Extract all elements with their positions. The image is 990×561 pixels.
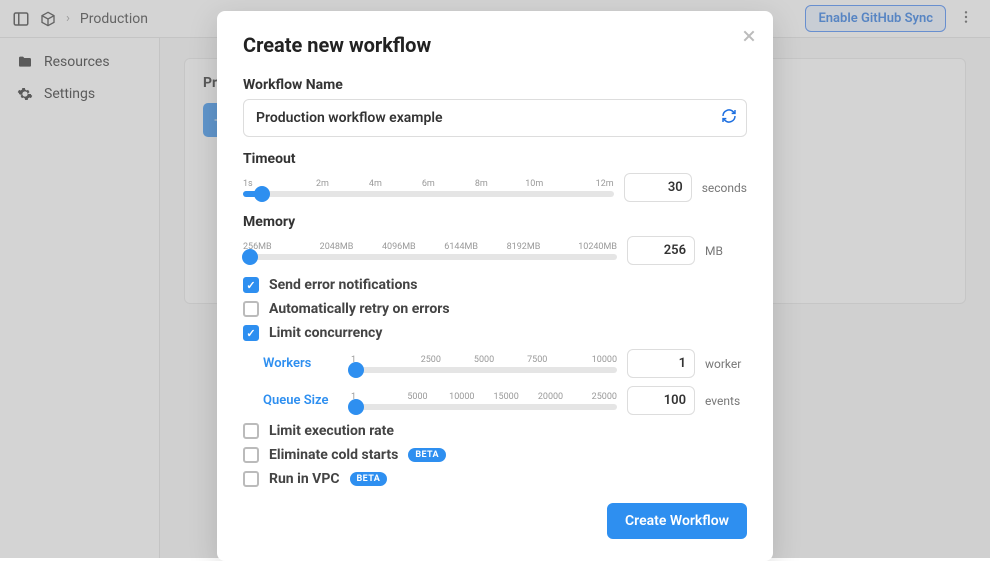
- queue-slider-thumb[interactable]: [348, 399, 364, 415]
- workers-label: Workers: [263, 356, 341, 371]
- beta-badge: BETA: [350, 472, 388, 486]
- memory-slider[interactable]: [243, 254, 617, 260]
- queue-row: Queue Size 1 5000 10000 15000 20000 2500…: [263, 386, 747, 415]
- memory-section: Memory 256MB 2048MB 4096MB 6144MB 8192MB…: [243, 214, 747, 265]
- memory-label: Memory: [243, 214, 747, 230]
- timeout-ticks: 1s 2m 4m 6m 8m 10m 12m: [243, 179, 614, 189]
- limit-concurrency-checkbox[interactable]: [243, 325, 259, 341]
- workers-slider[interactable]: [351, 367, 617, 373]
- limit-concurrency-label: Limit concurrency: [269, 325, 382, 341]
- cold-starts-checkbox[interactable]: [243, 447, 259, 463]
- queue-ticks: 1 5000 10000 15000 20000 25000: [351, 392, 617, 402]
- queue-slider[interactable]: [351, 404, 617, 410]
- limit-rate-label: Limit execution rate: [269, 423, 394, 439]
- memory-unit: MB: [705, 244, 747, 258]
- limit-rate-row[interactable]: Limit execution rate: [243, 423, 747, 439]
- timeout-slider[interactable]: [243, 191, 614, 197]
- workflow-name-label: Workflow Name: [243, 77, 747, 93]
- auto-retry-row[interactable]: Automatically retry on errors: [243, 301, 747, 317]
- vpc-label: Run in VPC: [269, 471, 340, 487]
- vpc-checkbox[interactable]: [243, 471, 259, 487]
- cold-starts-label: Eliminate cold starts: [269, 447, 398, 463]
- auto-retry-checkbox[interactable]: [243, 301, 259, 317]
- workers-slider-thumb[interactable]: [348, 362, 364, 378]
- refresh-icon[interactable]: [721, 108, 737, 128]
- error-notifications-row[interactable]: Send error notifications: [243, 277, 747, 293]
- auto-retry-label: Automatically retry on errors: [269, 301, 450, 317]
- modal-footer: Create Workflow: [243, 503, 747, 539]
- workflow-name-input[interactable]: [243, 99, 747, 137]
- workers-input[interactable]: [627, 349, 695, 378]
- cold-starts-row[interactable]: Eliminate cold starts BETA: [243, 447, 747, 463]
- concurrency-sub: Workers 1 2500 5000 7500 10000 worker Qu…: [263, 349, 747, 415]
- workflow-name-row: Workflow Name: [243, 77, 747, 137]
- modal-title: Create new workflow: [243, 33, 747, 57]
- timeout-unit: seconds: [702, 181, 747, 195]
- create-workflow-modal: Create new workflow Workflow Name Timeou…: [217, 11, 773, 561]
- memory-ticks: 256MB 2048MB 4096MB 6144MB 8192MB 10240M…: [243, 242, 617, 252]
- workers-row: Workers 1 2500 5000 7500 10000 worker: [263, 349, 747, 378]
- limit-rate-checkbox[interactable]: [243, 423, 259, 439]
- timeout-label: Timeout: [243, 151, 747, 167]
- timeout-input[interactable]: [624, 173, 692, 202]
- timeout-section: Timeout 1s 2m 4m 6m 8m 10m 12m seconds: [243, 151, 747, 202]
- memory-input[interactable]: [627, 236, 695, 265]
- create-workflow-button[interactable]: Create Workflow: [607, 503, 747, 539]
- error-notifications-label: Send error notifications: [269, 277, 417, 293]
- limit-concurrency-row[interactable]: Limit concurrency: [243, 325, 747, 341]
- timeout-slider-thumb[interactable]: [254, 186, 270, 202]
- queue-unit: events: [705, 394, 747, 408]
- error-notifications-checkbox[interactable]: [243, 277, 259, 293]
- workers-ticks: 1 2500 5000 7500 10000: [351, 355, 617, 365]
- close-icon[interactable]: [741, 25, 757, 49]
- queue-label: Queue Size: [263, 393, 341, 408]
- workers-unit: worker: [705, 357, 747, 371]
- beta-badge: BETA: [408, 448, 446, 462]
- memory-slider-thumb[interactable]: [242, 249, 258, 265]
- queue-input[interactable]: [627, 386, 695, 415]
- vpc-row[interactable]: Run in VPC BETA: [243, 471, 747, 487]
